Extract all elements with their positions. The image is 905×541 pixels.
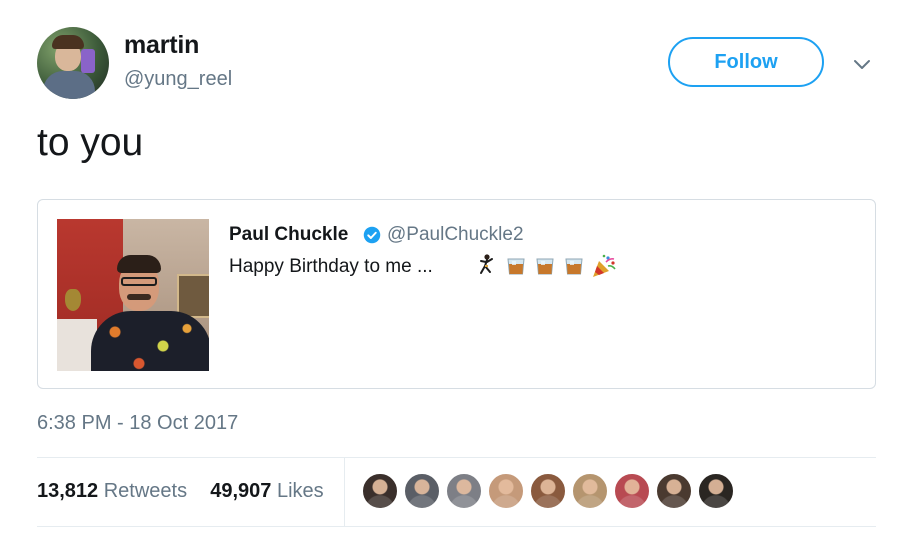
liker-avatar[interactable] [529, 472, 567, 510]
quoted-tweet-photo[interactable] [57, 219, 209, 371]
liker-avatar[interactable] [697, 472, 735, 510]
quoted-author-name[interactable]: Paul Chuckle [229, 224, 348, 246]
tumbler-glass-icon [562, 253, 586, 277]
author-avatar[interactable] [37, 27, 109, 99]
retweet-stat[interactable]: 13,812 Retweets [37, 480, 193, 502]
tweet-card: martin @yung_reel Follow to you Paul Chu… [0, 0, 905, 541]
likes-label: Likes [276, 480, 324, 502]
avatar-body [43, 71, 95, 99]
tumbler-glass-icon [504, 253, 528, 277]
photo-moustache [127, 294, 151, 300]
chevron-down-icon[interactable] [850, 52, 874, 76]
stats-separator [344, 458, 345, 526]
retweets-label: Retweets [103, 480, 188, 502]
verified-badge-icon [363, 226, 381, 244]
quoted-emoji-row [475, 250, 620, 280]
liker-avatar[interactable] [403, 472, 441, 510]
quoted-tweet-text: Happy Birthday to me ... [229, 256, 433, 277]
author-handle[interactable]: @yung_reel [124, 68, 232, 91]
photo-hair [117, 255, 161, 273]
tweet-timestamp[interactable]: 6:38 PM - 18 Oct 2017 [37, 412, 238, 435]
liker-avatar[interactable] [445, 472, 483, 510]
photo-picture-frame [177, 274, 209, 318]
party-popper-icon [591, 253, 616, 277]
author-name[interactable]: martin [124, 31, 199, 60]
dancer-emoji-icon [475, 253, 499, 277]
divider-bottom [37, 526, 876, 527]
avatar-hair [52, 35, 84, 49]
liker-avatar[interactable] [655, 472, 693, 510]
quoted-tweet[interactable]: Paul Chuckle @PaulChuckle2 Happy Birthda… [37, 199, 876, 389]
tweet-text: to you [37, 121, 144, 164]
divider-top [37, 457, 876, 458]
liker-avatar[interactable] [487, 472, 525, 510]
tweet-stats: 13,812 Retweets 49,907 Likes [37, 480, 324, 503]
photo-glasses [121, 277, 157, 286]
avatar-phone [81, 49, 95, 73]
likes-stat[interactable]: 49,907 Likes [210, 480, 323, 502]
quoted-author-handle[interactable]: @PaulChuckle2 [387, 224, 524, 246]
tumbler-glass-icon [533, 253, 557, 277]
liker-avatar[interactable] [361, 472, 399, 510]
follow-button[interactable]: Follow [668, 37, 824, 87]
photo-mask-ornament [65, 289, 81, 311]
liker-avatar[interactable] [571, 472, 609, 510]
likes-count: 49,907 [210, 480, 272, 502]
photo-shirt [91, 311, 209, 371]
retweets-count: 13,812 [37, 480, 99, 502]
liker-avatar[interactable] [613, 472, 651, 510]
